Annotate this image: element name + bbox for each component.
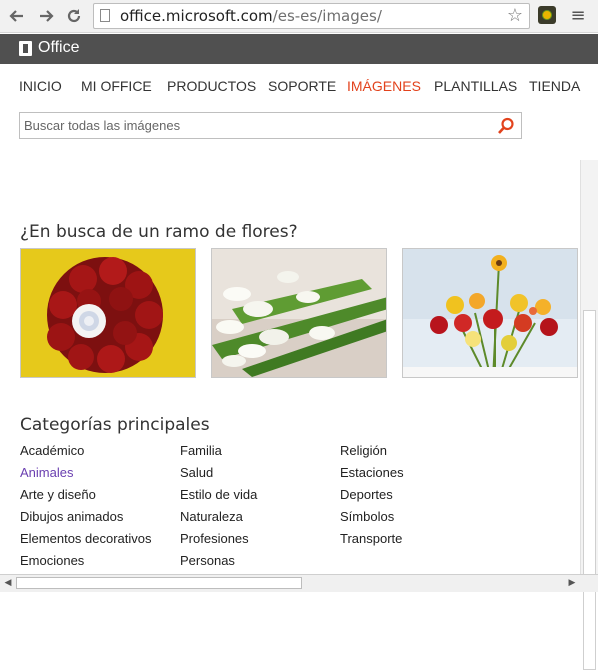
nav-item-productos[interactable]: PRODUCTOS — [167, 78, 256, 94]
nav-item-tienda[interactable]: TIENDA — [529, 78, 580, 94]
category-link[interactable]: Deportes — [340, 487, 393, 502]
gerbera-bouquet-image — [403, 249, 577, 377]
extension-icon[interactable] — [538, 6, 556, 24]
office-header: Office — [0, 34, 598, 64]
address-bar[interactable]: office.microsoft.com/es-es/images/ ☆ — [93, 3, 530, 29]
image-thumbnail-tulips[interactable] — [211, 248, 387, 378]
image-thumbnail-roses[interactable] — [20, 248, 196, 378]
office-brand[interactable]: Office — [38, 39, 80, 57]
image-search-field[interactable]: Buscar todas las imágenes — [19, 112, 522, 139]
category-link[interactable]: Transporte — [340, 531, 402, 546]
horizontal-scroll-thumb[interactable] — [16, 577, 302, 589]
arrow-right-icon — [40, 10, 54, 22]
horizontal-scrollbar[interactable]: ◀ ▶ — [0, 574, 598, 592]
nav-item-mi-office[interactable]: MI OFFICE — [81, 78, 152, 94]
search-input[interactable]: Buscar todas las imágenes — [24, 118, 180, 133]
url-domain: office.microsoft.com — [120, 7, 273, 25]
page-icon — [100, 9, 110, 22]
category-link[interactable]: Estilo de vida — [180, 487, 257, 502]
url-text: office.microsoft.com/es-es/images/ — [120, 4, 382, 28]
category-link[interactable]: Emociones — [20, 553, 84, 568]
scroll-left-icon[interactable]: ◀ — [0, 575, 16, 592]
nav-item-plantillas[interactable]: PLANTILLAS — [434, 78, 517, 94]
main-nav: INICIO MI OFFICE PRODUCTOS SOPORTE IMÁGE… — [0, 78, 598, 98]
category-link[interactable]: Profesiones — [180, 531, 249, 546]
vertical-scrollbar[interactable] — [580, 160, 598, 670]
arrow-left-icon — [9, 10, 23, 22]
category-link[interactable]: Elementos decorativos — [20, 531, 152, 546]
back-button[interactable] — [5, 4, 29, 28]
category-link[interactable]: Personas — [180, 553, 235, 568]
category-link[interactable]: Símbolos — [340, 509, 394, 524]
featured-title: ¿En busca de un ramo de flores? — [20, 222, 298, 242]
category-link[interactable]: Arte y diseño — [20, 487, 96, 502]
forward-button[interactable] — [34, 4, 58, 28]
category-link[interactable]: Estaciones — [340, 465, 404, 480]
reload-icon — [67, 9, 81, 23]
category-link[interactable]: Salud — [180, 465, 213, 480]
white-tulips-image — [212, 249, 386, 377]
category-link[interactable]: Naturaleza — [180, 509, 243, 524]
image-thumbnail-gerberas[interactable] — [402, 248, 578, 378]
office-logo-icon[interactable] — [19, 41, 32, 56]
category-link[interactable]: Religión — [340, 443, 387, 458]
category-link[interactable]: Académico — [20, 443, 84, 458]
url-path: /es-es/images/ — [272, 7, 382, 25]
vertical-scroll-thumb[interactable] — [583, 310, 596, 670]
browser-toolbar: office.microsoft.com/es-es/images/ ☆ ≡ — [0, 0, 598, 33]
scroll-right-icon[interactable]: ▶ — [564, 575, 580, 592]
nav-item-soporte[interactable]: SOPORTE — [268, 78, 336, 94]
categories-title: Categorías principales — [20, 415, 210, 435]
category-link[interactable]: Dibujos animados — [20, 509, 123, 524]
nav-item-inicio[interactable]: INICIO — [19, 78, 62, 94]
category-link[interactable]: Familia — [180, 443, 222, 458]
bookmark-star-icon[interactable]: ☆ — [507, 4, 523, 28]
red-roses-image — [21, 249, 195, 377]
nav-item-imagenes[interactable]: IMÁGENES — [347, 78, 421, 94]
category-link[interactable]: Animales — [20, 465, 73, 480]
hamburger-menu-icon[interactable]: ≡ — [568, 6, 588, 26]
search-icon[interactable] — [497, 117, 515, 135]
reload-button[interactable] — [62, 4, 86, 28]
